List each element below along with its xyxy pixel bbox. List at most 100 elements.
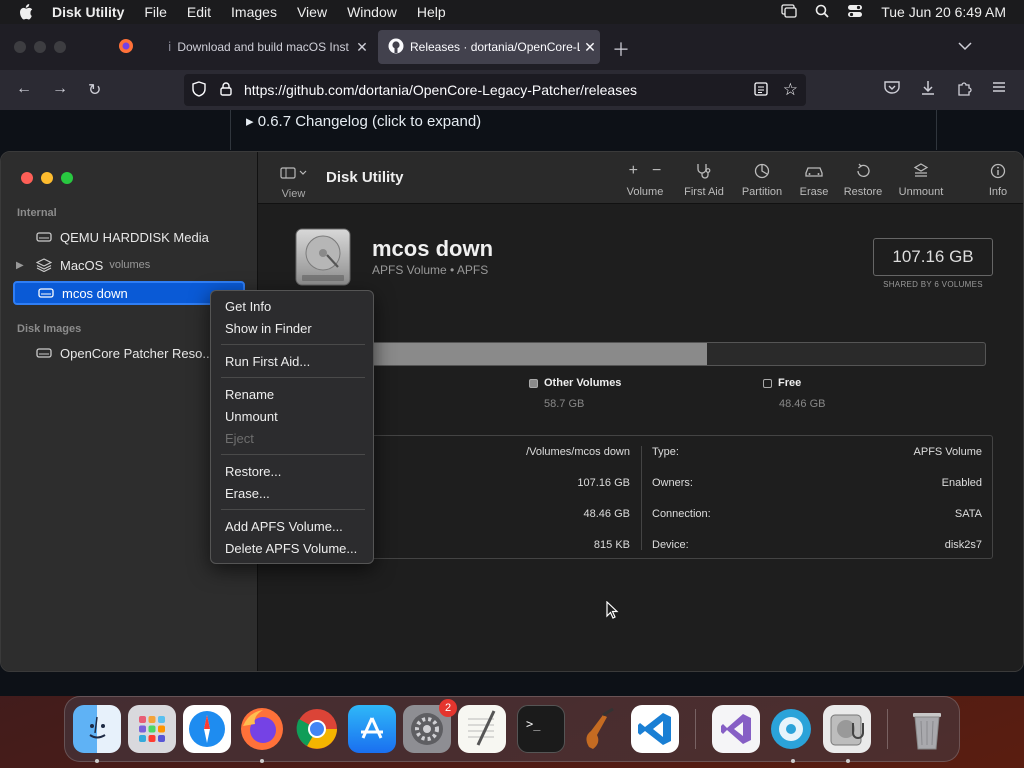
menu-item-run-first-aid[interactable]: Run First Aid... (225, 354, 310, 369)
menu-item-erase[interactable]: Erase... (225, 486, 270, 501)
legend-value: 48.46 GB (779, 398, 826, 410)
unmount-button[interactable]: Unmount (896, 162, 946, 198)
list-all-tabs-chevron-icon[interactable] (958, 38, 972, 56)
menu-edit[interactable]: Edit (177, 4, 221, 20)
info-button[interactable]: Info (986, 162, 1010, 198)
new-tab-plus-icon[interactable]: ＋ (612, 36, 630, 62)
dock-visual-studio-icon[interactable] (712, 705, 760, 753)
shield-icon[interactable] (192, 80, 206, 100)
menu-item-get-info[interactable]: Get Info (225, 299, 271, 314)
url-bar[interactable]: https://github.com/dortania/OpenCore-Leg… (184, 74, 806, 106)
menu-app-name[interactable]: Disk Utility (46, 4, 134, 20)
sidebar-item-macos[interactable]: ▶ MacOS volumes (13, 254, 245, 276)
dock-terminal-icon[interactable]: >_ (517, 705, 565, 753)
internal-disk-icon (33, 231, 55, 243)
menu-images[interactable]: Images (221, 4, 287, 20)
tab-close-icon[interactable]: ✕ (580, 39, 600, 56)
window-close-button[interactable] (21, 172, 33, 184)
usage-bar-other-volumes (369, 343, 707, 365)
page-border-left (230, 110, 231, 150)
tab-spinner-icon: ⅰ (168, 40, 172, 54)
notification-badge: 2 (439, 699, 457, 717)
running-indicator (846, 759, 850, 763)
browser-close-button[interactable] (14, 41, 26, 53)
menu-help[interactable]: Help (407, 4, 456, 20)
view-button[interactable]: View (280, 164, 307, 200)
pinned-tab-firefox[interactable] (108, 30, 144, 64)
sidebar-item-label: mcos down (62, 285, 128, 301)
browser-zoom-button[interactable] (54, 41, 66, 53)
menu-clock[interactable]: Tue Jun 20 6:49 AM (881, 4, 1006, 20)
menu-separator (221, 344, 365, 345)
toolbar-label: Volume (626, 186, 664, 198)
changelog-toggle[interactable]: ▸ 0.6.7 Changelog (click to expand) (246, 112, 481, 130)
dock-system-preferences-icon[interactable]: 2 (403, 699, 457, 753)
info-capacity-value: 107.16 GB (577, 477, 630, 489)
restore-arrow-icon (842, 162, 884, 180)
dock-safari-icon[interactable] (183, 705, 231, 753)
browser-minimize-button[interactable] (34, 41, 46, 53)
menu-window[interactable]: Window (337, 4, 407, 20)
sidebar-item-label: MacOS (60, 257, 104, 273)
window-zoom-button[interactable] (61, 172, 73, 184)
menu-separator (221, 509, 365, 510)
window-minimize-button[interactable] (41, 172, 53, 184)
menu-item-add-apfs-volume[interactable]: Add APFS Volume... (225, 519, 343, 534)
dock-launchpad-icon[interactable] (128, 705, 176, 753)
screen-mirroring-icon[interactable] (781, 3, 797, 21)
legend-swatch (763, 378, 772, 388)
dock-separator (887, 709, 888, 749)
sidebar-item-qemu-harddisk[interactable]: QEMU HARDDISK Media (13, 226, 245, 248)
dock-garageband-icon[interactable] (573, 705, 621, 753)
dock-finder-icon[interactable] (73, 705, 121, 753)
spotlight-search-icon[interactable] (815, 4, 829, 21)
menu-item-restore[interactable]: Restore... (225, 464, 281, 479)
downloads-icon[interactable] (920, 80, 936, 101)
dock-trash-icon[interactable] (903, 705, 951, 753)
mouse-pointer-icon (606, 600, 620, 626)
disclosure-chevron-icon[interactable]: ▶ (16, 260, 24, 271)
unmount-icon (896, 162, 946, 180)
menu-item-rename[interactable]: Rename (225, 387, 274, 402)
apple-menu-icon[interactable] (18, 0, 34, 24)
extensions-icon[interactable] (956, 80, 972, 101)
usage-bar (368, 342, 986, 366)
dock-firefox-icon[interactable] (238, 705, 286, 753)
first-aid-button[interactable]: First Aid (678, 162, 730, 198)
sidebar-section-disk-images: Disk Images (17, 323, 82, 335)
dock-app-store-icon[interactable] (348, 705, 396, 753)
info-connection-key: Connection: (652, 508, 711, 520)
dock-textedit-icon[interactable] (458, 705, 506, 753)
erase-button[interactable]: Erase (796, 162, 832, 198)
browser-tab-active[interactable]: Releases · dortania/OpenCore-L ✕ (378, 30, 600, 64)
restore-button[interactable]: Restore (842, 162, 884, 198)
browser-nav-bar: ← → ↻ https://github.com/dortania/OpenCo… (0, 70, 1024, 110)
volume-button[interactable]: + − Volume (622, 162, 668, 198)
menu-item-delete-apfs-volume[interactable]: Delete APFS Volume... (225, 541, 357, 556)
reload-icon[interactable]: ↻ (88, 80, 101, 100)
lock-icon[interactable] (220, 81, 232, 99)
forward-arrow-icon[interactable]: → (52, 80, 68, 98)
dock-disk-utility-icon[interactable] (823, 705, 871, 753)
tab-close-icon[interactable]: ✕ (352, 39, 372, 56)
menu-file[interactable]: File (134, 4, 177, 20)
menu-item-show-in-finder[interactable]: Show in Finder (225, 321, 312, 336)
legend-other-volumes: Other Volumes (529, 377, 621, 389)
tab-title: Download and build macOS Inst (177, 40, 349, 54)
legend-free: Free (763, 377, 801, 389)
dock-mounty-icon[interactable] (767, 705, 815, 753)
menu-item-unmount[interactable]: Unmount (225, 409, 278, 424)
control-center-icon[interactable] (847, 4, 863, 21)
menu-view[interactable]: View (287, 4, 337, 20)
dock-chrome-icon[interactable] (293, 705, 341, 753)
sidebar-section-internal: Internal (17, 207, 57, 219)
dock-vscode-icon[interactable] (631, 705, 679, 753)
hamburger-menu-icon[interactable] (992, 80, 1006, 98)
bookmark-star-icon[interactable]: ☆ (783, 80, 798, 100)
volume-subtitle: APFS Volume • APFS (372, 263, 489, 277)
browser-tab[interactable]: ⅰ Download and build macOS Inst ✕ (158, 30, 372, 64)
back-arrow-icon[interactable]: ← (16, 80, 32, 98)
reader-view-icon[interactable] (754, 81, 768, 99)
pocket-icon[interactable] (884, 80, 900, 99)
partition-button[interactable]: Partition (738, 162, 786, 198)
